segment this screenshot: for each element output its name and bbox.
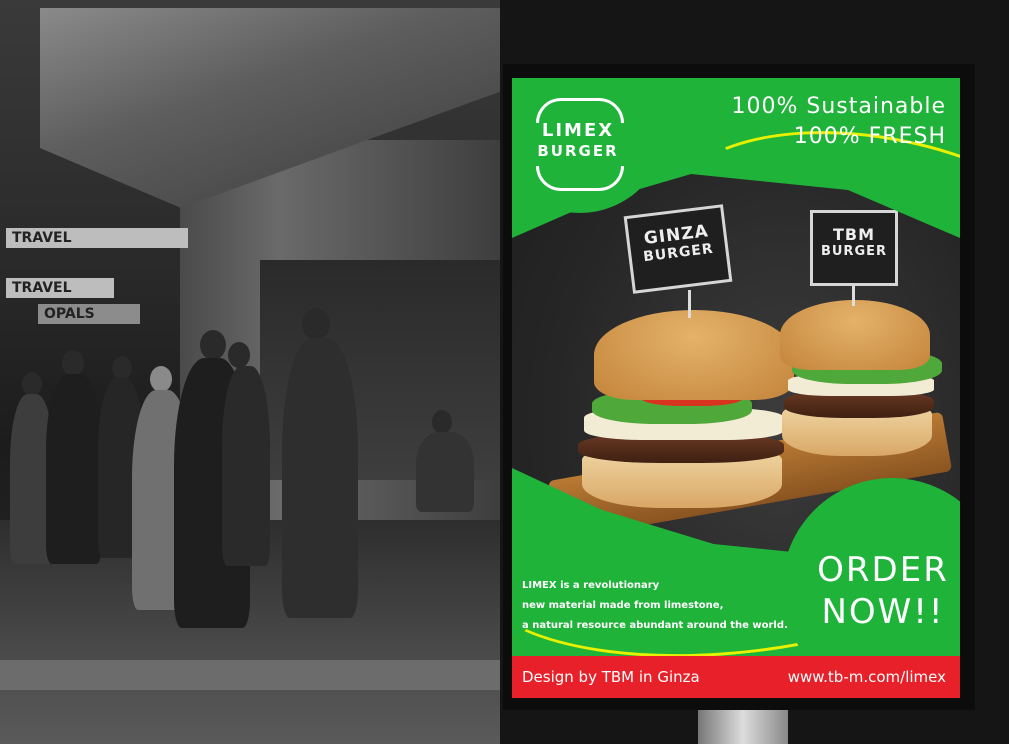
pedestrian-head <box>62 350 84 376</box>
design-credit: Design by TBM in Ginza <box>522 668 700 686</box>
order-text: ORDER <box>817 550 949 590</box>
travel-sign: TRAVEL <box>6 278 114 298</box>
headline-sustainable: 100% Sustainable <box>731 94 946 119</box>
pedestrian-head <box>112 356 132 380</box>
pedestrian <box>282 338 358 618</box>
pedestrian-head <box>200 330 226 360</box>
pick-stick <box>688 290 691 318</box>
opals-sign: OPALS <box>38 304 140 324</box>
footer-bar: Design by TBM in Ginza www.tb-m.com/lime… <box>512 656 960 698</box>
curb <box>0 660 520 690</box>
description-line: a natural resource abundant around the w… <box>522 620 788 631</box>
limex-burger-poster: GINZA BURGER TBM BURGER LIMEX BURGER 100… <box>512 78 960 698</box>
pedestrian <box>46 374 102 564</box>
logo-bottom-arc <box>536 166 624 191</box>
pedestrian <box>222 366 270 566</box>
logo-burger: BURGER <box>537 142 619 160</box>
lightbox-pole <box>698 708 788 744</box>
pedestrian-head <box>228 342 250 368</box>
description-line: new material made from limestone, <box>522 600 724 611</box>
headline-fresh: 100% FRESH <box>793 124 946 149</box>
logo-limex: LIMEX <box>541 120 615 141</box>
description-line: LIMEX is a revolutionary <box>522 580 660 591</box>
website-url: www.tb-m.com/limex <box>787 668 946 686</box>
now-text: NOW!! <box>821 592 945 632</box>
travel-sign: TRAVEL <box>6 228 188 248</box>
pedestrian-head <box>22 372 42 396</box>
pedestrian-head <box>150 366 172 392</box>
pedestrian-head <box>432 410 452 434</box>
street-scene: TRAVEL TRAVEL OPALS GINZA BURGER TBM BUR… <box>0 0 1009 744</box>
pedestrian-head <box>302 308 330 340</box>
seated-person <box>416 432 474 512</box>
